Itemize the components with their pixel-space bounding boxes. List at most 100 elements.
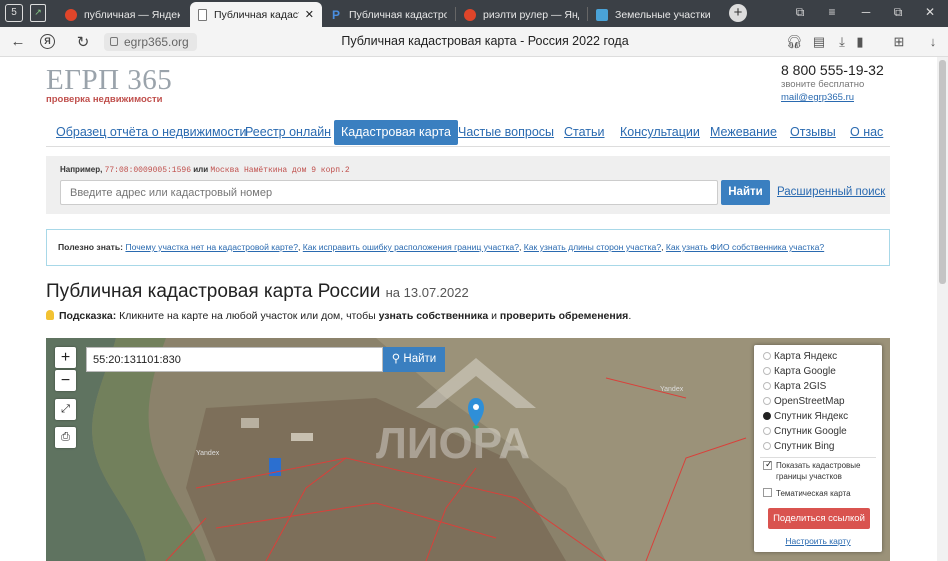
download-icon[interactable]: ↓ (924, 34, 942, 49)
layer-bing-satellite[interactable]: Спутник Bing (763, 441, 835, 452)
nav-faq[interactable]: Частые вопросы (458, 120, 554, 145)
tab-label: Земельные участки - E (615, 8, 711, 21)
zoom-out-button[interactable]: − (55, 370, 76, 391)
example-code[interactable]: 77:08:0009005:1596 (105, 166, 191, 175)
map-search-input[interactable] (86, 347, 383, 372)
thematic-label: Тематическая карта (776, 489, 851, 498)
layer-label: Карта Google (774, 366, 836, 377)
scrollbar-thumb[interactable] (939, 60, 946, 284)
layer-label: Спутник Яндекс (774, 411, 849, 422)
thematic-map-option[interactable]: Тематическая карта (763, 488, 851, 498)
search-input[interactable] (60, 180, 718, 205)
site-logo[interactable]: ЕГРП 365 (46, 66, 172, 95)
reload-icon[interactable]: ↻ (73, 33, 93, 51)
url-text: egrp365.org (124, 35, 189, 49)
headphones-icon[interactable]: 🎧︎ (785, 34, 803, 50)
hint-label: Подсказка: (59, 310, 117, 322)
nav-about[interactable]: О нас (850, 120, 883, 145)
heading-date: на 13.07.2022 (385, 285, 469, 300)
tab-0[interactable]: публичная — Яндекс (57, 2, 188, 27)
nav-surveying[interactable]: Межевание (710, 120, 777, 145)
layer-google-map[interactable]: Карта Google (763, 366, 836, 377)
p-icon: P (332, 7, 341, 22)
map-search-button[interactable]: ⚲ Найти (383, 347, 445, 372)
back-icon[interactable]: ← (8, 33, 28, 50)
layer-yandex-map[interactable]: Карта Яндекс (763, 351, 837, 362)
useful-link-owner-name[interactable]: Как узнать ФИО собственника участка? (666, 242, 824, 252)
email-link[interactable]: mail@egrp365.ru (781, 92, 854, 103)
useful-link-missing-plot[interactable]: Почему участка нет на кадастровой карте? (125, 242, 298, 252)
search-icon: ⚲ (391, 353, 401, 365)
show-borders-option[interactable]: ✓ Показать кадастровые границы участков (763, 459, 875, 482)
downloads-icon[interactable]: ⤓ (833, 34, 851, 50)
tab-1[interactable]: Публичная кадастро ✕ (190, 2, 322, 27)
nav-divider (46, 146, 890, 147)
useful-link-fix-border[interactable]: Как исправить ошибку расположения границ… (303, 242, 519, 252)
phone-number: 8 800 555-19-32 (781, 62, 884, 78)
share-link-button[interactable]: Поделиться ссылкой (768, 508, 870, 529)
heading-title: Публичная кадастровая карта России (46, 281, 381, 302)
zoom-in-button[interactable]: + (55, 347, 76, 368)
radio[interactable] (763, 367, 771, 375)
layer-2gis-map[interactable]: Карта 2GIS (763, 381, 826, 392)
search-button[interactable]: Найти (721, 180, 770, 205)
building (291, 433, 313, 441)
map-place-label: Yandex (196, 450, 220, 457)
menu-icon[interactable]: ≡ (823, 5, 841, 19)
cadastral-map[interactable]: ЛИОРА Yandex Yandex + − ⤢ ⎙ ⚲ Найти Карт… (46, 338, 890, 561)
useful-link-side-lengths[interactable]: Как узнать длины сторон участка? (524, 242, 661, 252)
tabs-overview-icon[interactable]: 5 (5, 4, 23, 22)
lock-icon (110, 37, 118, 46)
minimize-icon[interactable]: ─ (857, 5, 875, 19)
tab-4[interactable]: Земельные участки - E (588, 2, 719, 27)
building (241, 418, 259, 428)
show-borders-label: Показать кадастровые границы участков (776, 461, 861, 481)
radio[interactable] (763, 427, 771, 435)
tab-label: Публичная кадастро (214, 8, 299, 21)
radio[interactable] (763, 397, 771, 405)
nav-consultations[interactable]: Консультации (620, 120, 700, 145)
sidebar-icon[interactable]: ⊞ (890, 34, 908, 50)
restore-icon[interactable]: ⧉ (889, 5, 907, 20)
example-address[interactable]: Москва Намёткина дом 9 корп.2 (210, 166, 349, 175)
fullscreen-icon[interactable]: ⤢ (55, 399, 76, 420)
tab-3[interactable]: риэлти рулер — Янде (456, 2, 587, 27)
reader-icon[interactable]: ▤ (810, 34, 828, 50)
nav-registry-online[interactable]: Реестр онлайн (245, 120, 331, 145)
layer-yandex-satellite[interactable]: Спутник Яндекс (763, 411, 848, 422)
radio[interactable] (763, 352, 771, 360)
radio[interactable] (763, 382, 771, 390)
print-icon[interactable]: ⎙ (55, 427, 76, 448)
new-tab-button[interactable]: + (729, 4, 747, 22)
nav-reviews[interactable]: Отзывы (790, 120, 836, 145)
bookmark-icon[interactable]: ▮ (851, 34, 869, 50)
layer-osm[interactable]: OpenStreetMap (763, 396, 845, 407)
checkbox-checked[interactable]: ✓ (763, 459, 773, 470)
advanced-search-link[interactable]: Расширенный поиск (777, 186, 885, 198)
collections-icon[interactable]: ⧉ (791, 5, 809, 20)
example-prefix: Например, (60, 165, 103, 174)
url-field[interactable]: egrp365.org (104, 33, 197, 51)
useful-label: Полезно знать: (58, 242, 124, 252)
layer-google-satellite[interactable]: Спутник Google (763, 426, 847, 437)
bookmark-tabs-icon[interactable]: ↗ (30, 4, 46, 22)
nav-sample-report[interactable]: Образец отчёта о недвижимости (56, 120, 246, 145)
hint-bold-owner: узнать собственника (378, 310, 489, 322)
nav-cadastral-map[interactable]: Кадастровая карта (334, 120, 458, 145)
map-place-label: Yandex (660, 386, 684, 393)
close-tab-icon[interactable]: ✕ (305, 8, 314, 21)
page-heading: Публичная кадастровая карта России на 13… (46, 281, 469, 303)
nav-articles[interactable]: Статьи (564, 120, 605, 145)
hint-text: Кликните на карте на любой участок или д… (119, 310, 379, 322)
radio[interactable] (763, 442, 771, 450)
page-title: Публичная кадастровая карта - Россия 202… (341, 34, 629, 48)
search-panel: Например, 77:08:0009005:1596 или Москва … (46, 156, 890, 214)
configure-map-link[interactable]: Настроить карту (754, 536, 882, 546)
close-window-icon[interactable]: ✕ (921, 5, 939, 19)
yandex-logo-icon[interactable]: Я (40, 34, 55, 49)
ya-icon (596, 8, 608, 21)
tab-2[interactable]: P Публичная кадастров (324, 2, 455, 27)
radio-selected[interactable] (763, 412, 771, 420)
checkbox[interactable] (763, 488, 772, 497)
site-tagline: проверка недвижимости (46, 94, 163, 105)
